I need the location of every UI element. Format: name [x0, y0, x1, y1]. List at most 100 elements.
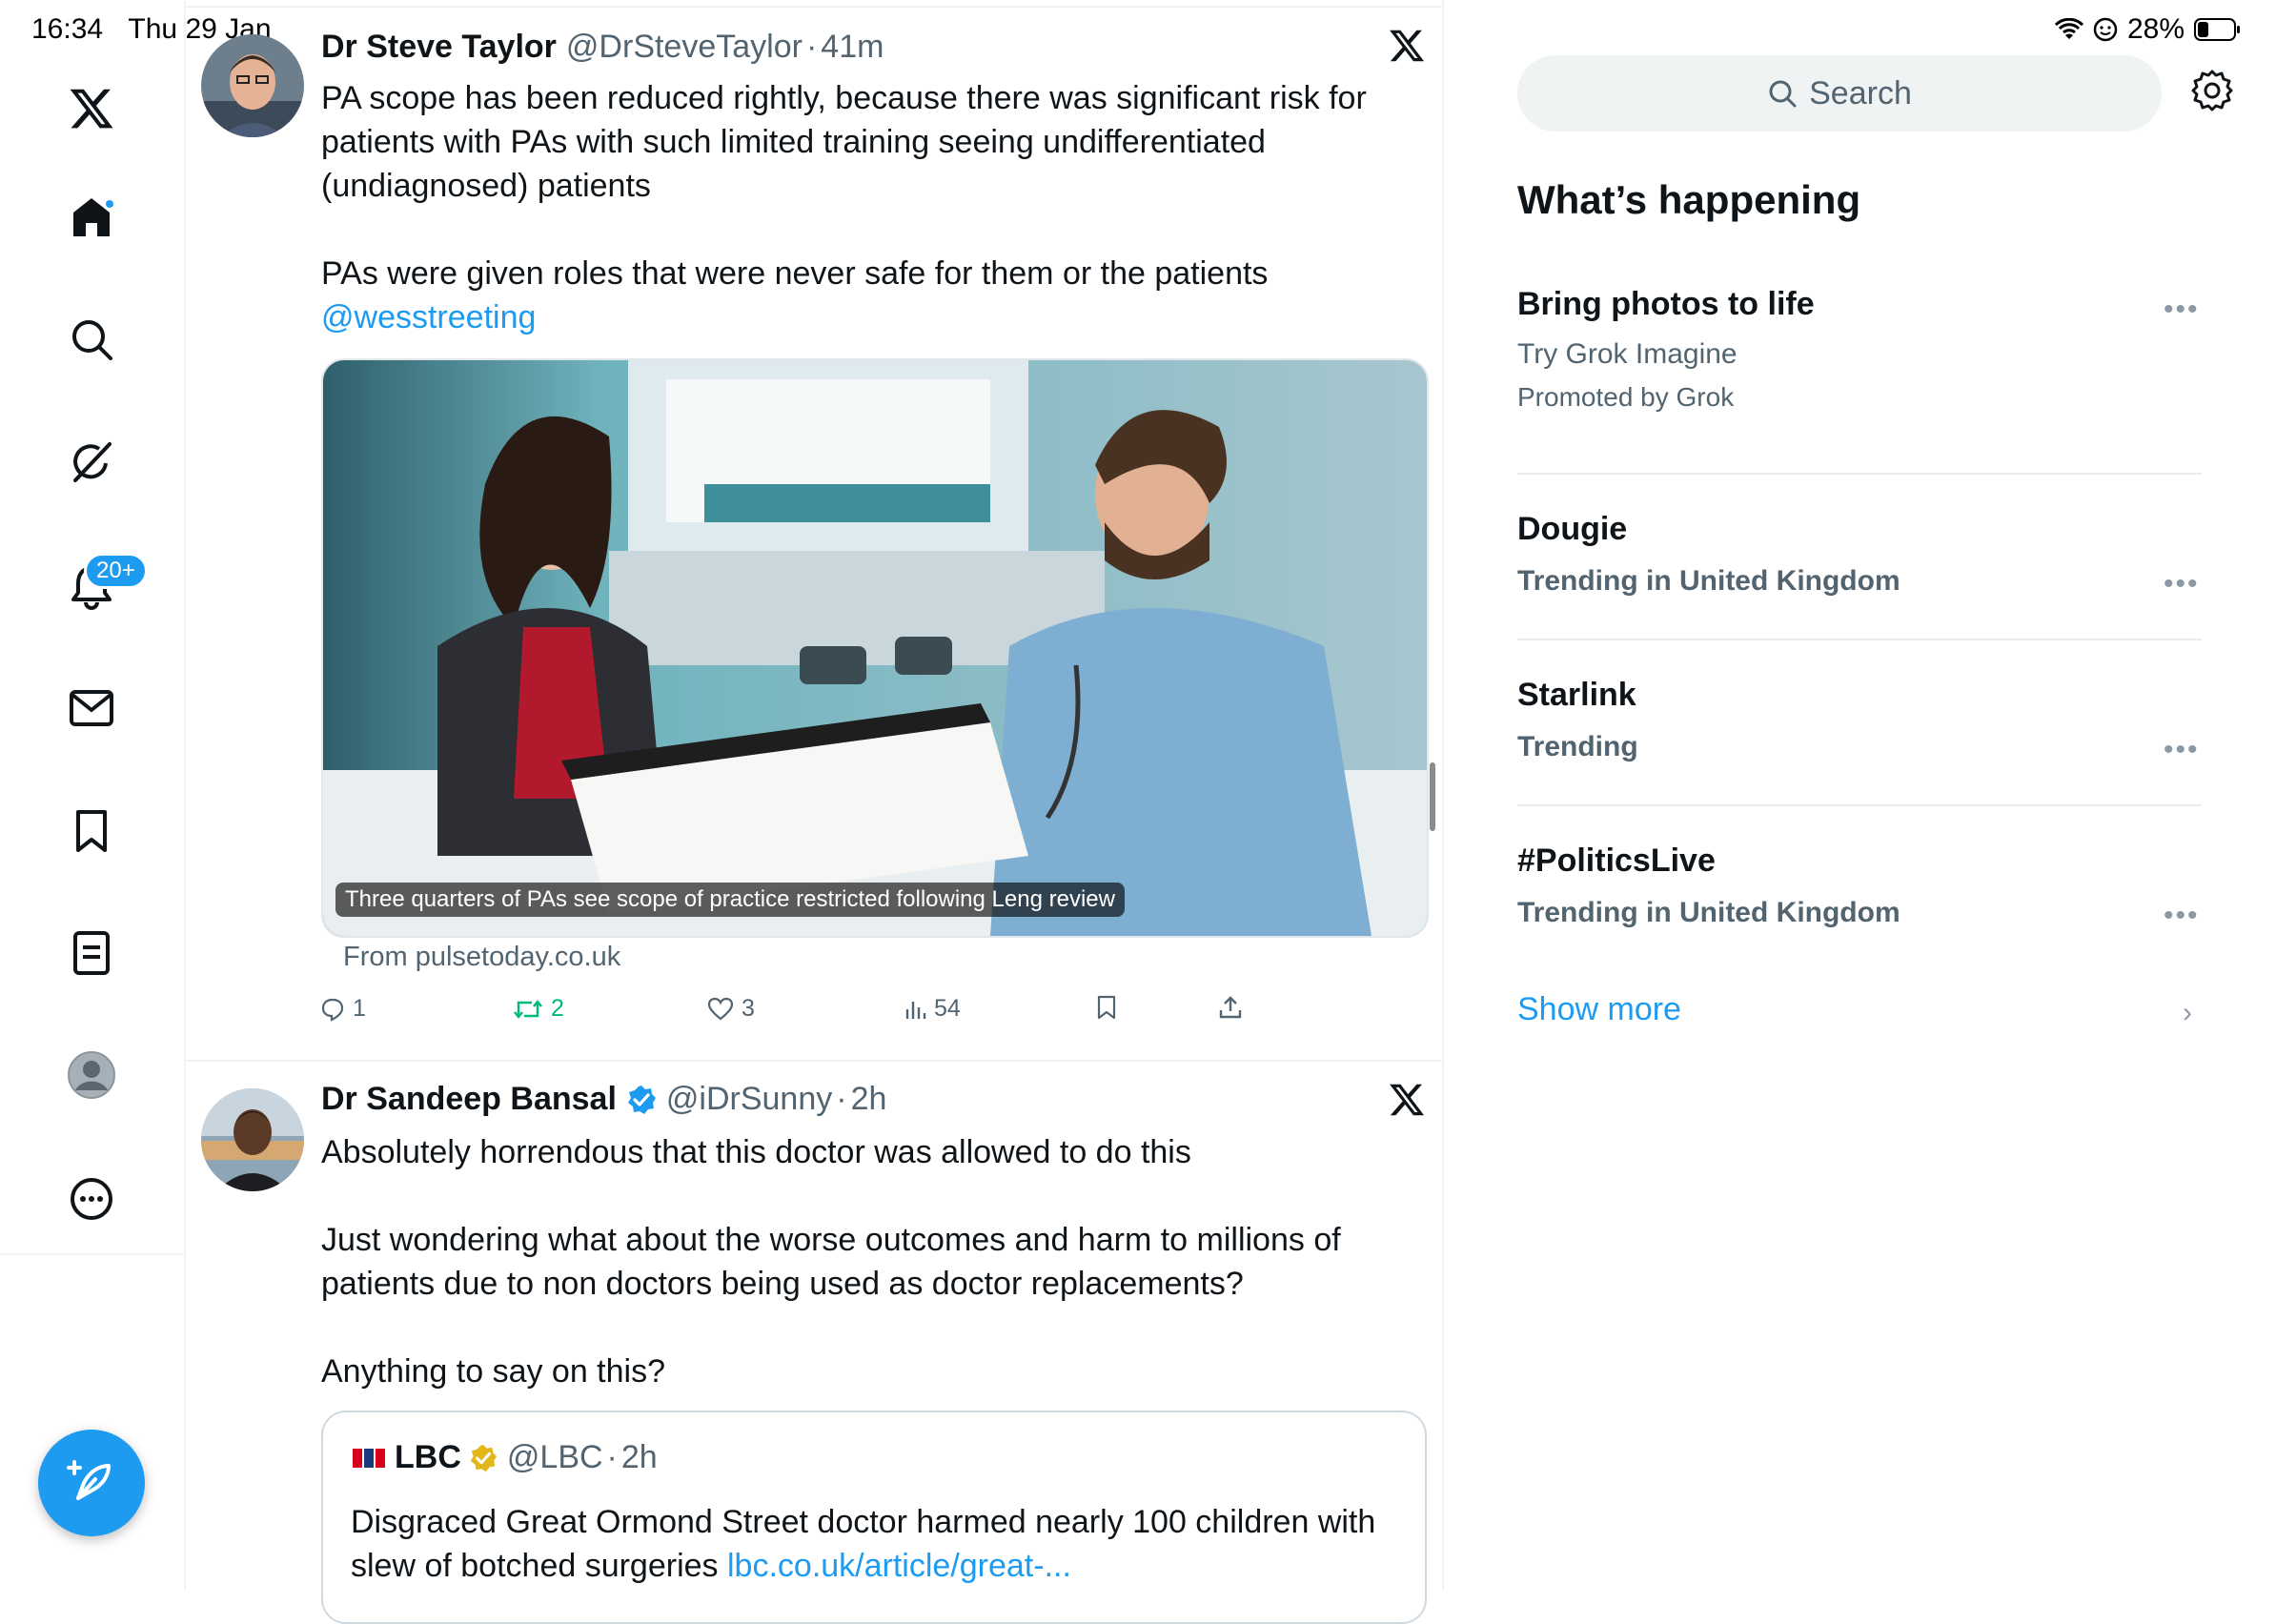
repost-count: 2 [551, 995, 564, 1022]
more-icon[interactable] [53, 1161, 130, 1237]
reply-count: 1 [353, 995, 366, 1022]
verified-gold-badge-icon [469, 1444, 498, 1472]
bookmark-button[interactable] [1096, 995, 1117, 1020]
share-icon [1219, 996, 1242, 1019]
x-logo-icon[interactable] [1388, 1081, 1435, 1128]
reply-icon [321, 998, 344, 1022]
trend-divider [1517, 473, 2202, 475]
search-icon[interactable] [53, 301, 130, 377]
more-options-icon[interactable]: ••• [2164, 734, 2200, 766]
grok-icon[interactable] [53, 424, 130, 500]
post-media-image[interactable] [321, 358, 1429, 938]
quote-text-line: slew of botched surgeries [351, 1548, 719, 1584]
post-header: Dr Steve Taylor @DrSteveTaylor · 41m [321, 29, 884, 66]
wifi-icon [2054, 18, 2083, 41]
scroll-indicator[interactable] [1430, 762, 1435, 831]
share-button[interactable] [1218, 995, 1243, 1020]
author-name[interactable]: Dr Sandeep Bansal [321, 1081, 617, 1118]
notifications-badge: 20+ [84, 553, 148, 589]
settings-gear-icon[interactable] [2190, 69, 2238, 116]
trend-item[interactable]: Dougie Trending in United Kingdom [1517, 511, 1900, 598]
trend-title: Dougie [1517, 511, 1628, 547]
post-text-line: patients due to non doctors being used a… [321, 1266, 1244, 1302]
trend-item[interactable]: Starlink Trending [1517, 677, 1638, 763]
post-text: PA scope has been reduced rightly, becau… [321, 76, 1370, 339]
quote-timestamp: 2h [620, 1439, 658, 1475]
views-button[interactable]: 54 [904, 995, 961, 1023]
post-avatar[interactable] [201, 34, 304, 137]
bookmarks-icon[interactable] [53, 793, 130, 869]
messages-icon[interactable] [53, 670, 130, 746]
like-button[interactable]: 3 [707, 995, 755, 1023]
post-timestamp[interactable]: 2h [851, 1081, 887, 1118]
quote-author-name[interactable]: LBC [395, 1439, 461, 1476]
more-options-icon[interactable]: ••• [2164, 568, 2200, 600]
trend-title: #PoliticsLive [1517, 842, 1716, 879]
post-text-line: (undiagnosed) patients [321, 168, 651, 204]
post-text-line: Just wondering what about the worse outc… [321, 1222, 1341, 1258]
trend-item[interactable]: Bring photos to life Try Grok Imagine Pr… [1517, 286, 1815, 413]
more-options-icon[interactable]: ••• [2164, 294, 2200, 326]
quote-header: LBC @LBC · 2h [353, 1439, 658, 1476]
x-logo-icon[interactable] [53, 71, 130, 147]
reply-button[interactable]: 1 [320, 995, 366, 1023]
status-bar-right: 28% [2054, 13, 2242, 46]
media-caption: Three quarters of PAs see scope of pract… [335, 883, 1125, 917]
post-text-line: patients with PAs with such limited trai… [321, 124, 1266, 160]
separator-dot: · [805, 29, 818, 65]
post-divider [184, 1060, 1442, 1062]
repost-button[interactable]: 2 [513, 995, 564, 1023]
search-placeholder: Search [1809, 74, 1912, 112]
trend-title: Bring photos to life [1517, 286, 1815, 322]
x-logo-icon[interactable] [1388, 27, 1435, 74]
quote-author-handle[interactable]: @LBC [507, 1439, 603, 1476]
quote-text: Disgraced Great Ormond Street doctor har… [351, 1500, 1409, 1588]
quote-link[interactable]: lbc.co.uk/article/great-... [727, 1548, 1071, 1584]
views-icon [905, 1001, 926, 1019]
post-avatar[interactable] [201, 1088, 304, 1191]
feed-top-divider [184, 6, 1442, 8]
lists-icon[interactable] [53, 915, 130, 991]
chevron-right-icon[interactable]: › [2183, 997, 2192, 1029]
nav-divider [0, 1253, 184, 1255]
trend-item[interactable]: #PoliticsLive Trending in United Kingdom [1517, 842, 1900, 929]
link-source[interactable]: From pulsetoday.co.uk [343, 942, 620, 973]
repost-icon [514, 999, 542, 1019]
show-more-link[interactable]: Show more [1517, 991, 1681, 1028]
trend-meta: Trending in United Kingdom [1517, 565, 1900, 597]
post-header: Dr Sandeep Bansal @iDrSunny · 2h [321, 1081, 886, 1118]
post-text: Absolutely horrendous that this doctor w… [321, 1130, 1370, 1393]
post-text-line: PAs were given roles that were never saf… [321, 255, 1269, 292]
like-count: 3 [742, 995, 755, 1022]
trend-divider [1517, 639, 2202, 640]
trend-subtitle: Try Grok Imagine [1517, 338, 1737, 370]
lbc-logo-icon [353, 1448, 385, 1468]
post-text-blank [321, 208, 1370, 252]
author-handle[interactable]: @iDrSunny [666, 1081, 832, 1118]
profile-icon[interactable] [53, 1037, 130, 1113]
heart-icon [707, 997, 734, 1020]
verified-badge-icon [626, 1085, 657, 1115]
focus-icon [2093, 17, 2118, 42]
post-text-blank [321, 1306, 1370, 1350]
more-options-icon[interactable]: ••• [2164, 900, 2200, 932]
post-timestamp[interactable]: 41m [821, 29, 884, 66]
post-text-line: PA scope has been reduced rightly, becau… [321, 80, 1367, 116]
post-text-line: Anything to say on this? [321, 1353, 666, 1390]
compose-feather-icon [67, 1460, 111, 1500]
author-handle[interactable]: @DrSteveTaylor [566, 29, 803, 66]
trend-meta: Trending [1517, 731, 1638, 762]
battery-icon [2194, 17, 2242, 42]
search-input[interactable]: Search [1517, 55, 2162, 132]
home-icon[interactable] [53, 179, 130, 255]
author-name[interactable]: Dr Steve Taylor [321, 29, 557, 66]
separator-dot: · [836, 1081, 847, 1117]
compose-post-button[interactable] [38, 1430, 145, 1536]
post-text-line: Absolutely horrendous that this doctor w… [321, 1134, 1191, 1170]
trend-divider [1517, 804, 2202, 806]
battery-percent: 28% [2126, 13, 2185, 45]
whats-happening-title: What’s happening [1517, 177, 1861, 222]
trend-promoted: Promoted by Grok [1517, 382, 1735, 412]
mention-link[interactable]: @wesstreeting [321, 295, 1370, 339]
trend-meta: Trending in United Kingdom [1517, 897, 1900, 928]
